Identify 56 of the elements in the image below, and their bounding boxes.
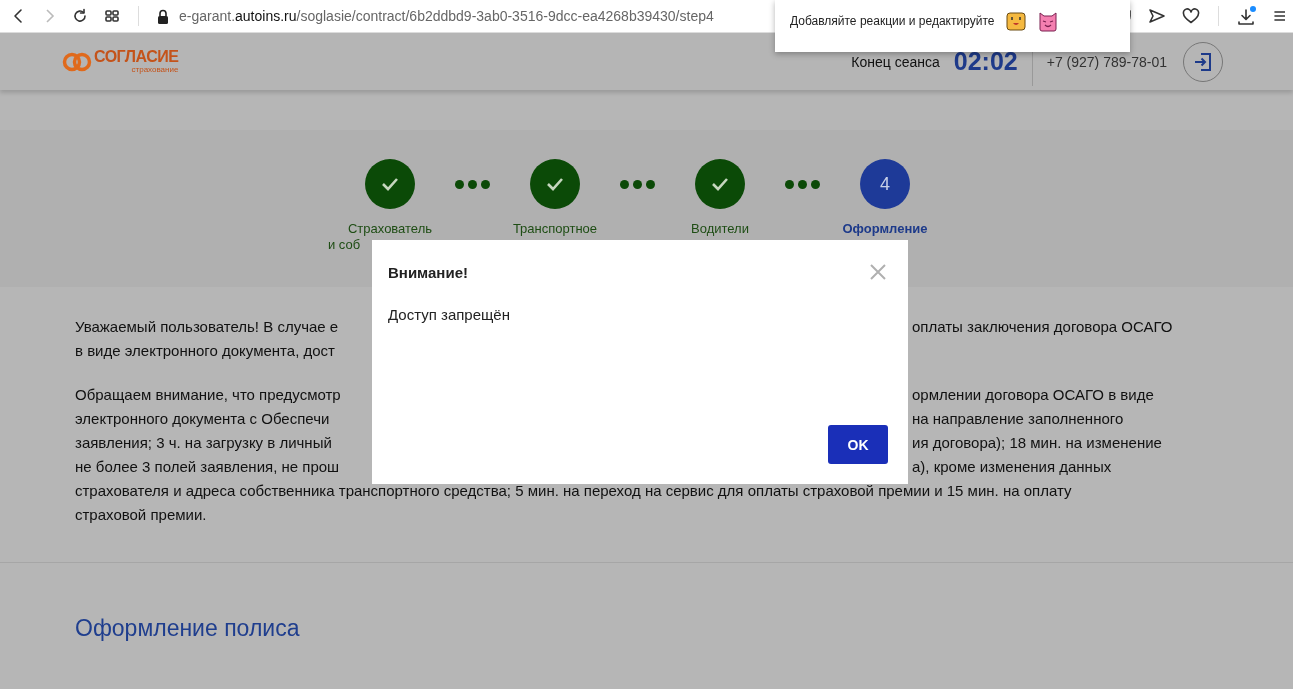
logo-text: СОГЛАСИЕ bbox=[94, 49, 179, 65]
lock-icon bbox=[157, 8, 169, 24]
connector-dot bbox=[633, 179, 642, 189]
popup-text: Добавляйте реакции и редактируйте bbox=[790, 14, 995, 28]
phone-number: +7 (927) 789-78-01 bbox=[1046, 53, 1167, 70]
notice-text: не более 3 полей заявления, не прош bbox=[75, 457, 341, 477]
check-icon bbox=[711, 177, 729, 191]
cat-sticker-icon[interactable] bbox=[1038, 10, 1059, 32]
connector-dot bbox=[620, 179, 629, 189]
download-icon[interactable] bbox=[1237, 6, 1257, 26]
notice-text: а), кроме изменения данных bbox=[912, 457, 1112, 477]
dialog-message: Доступ запрещён bbox=[388, 306, 511, 323]
logo-subtitle: страхование bbox=[131, 65, 179, 74]
connector-dot bbox=[455, 179, 464, 189]
grid-icon[interactable] bbox=[104, 8, 120, 24]
notice-text: ормлении договора ОСАГО в виде bbox=[912, 385, 1154, 405]
step-current-circle[interactable]: 4 bbox=[860, 159, 910, 209]
section-title: Оформление полиса bbox=[75, 615, 301, 642]
step-done-circle[interactable] bbox=[530, 159, 580, 209]
exit-icon bbox=[1193, 51, 1213, 72]
notice-text: ия договора); 18 мин. на изменение bbox=[912, 433, 1162, 453]
step-done-circle[interactable] bbox=[365, 159, 415, 209]
ok-button[interactable]: OK bbox=[828, 425, 888, 464]
step-done-circle[interactable] bbox=[695, 159, 745, 209]
notice-text: страховой премии. bbox=[75, 505, 207, 525]
step-label: Оформление bbox=[842, 221, 928, 237]
notice-text: на направление заполненного bbox=[912, 409, 1124, 429]
step-label: Страхователь bbox=[347, 221, 433, 237]
connector-dot bbox=[811, 179, 820, 189]
check-icon bbox=[546, 177, 564, 191]
connector-dot bbox=[646, 179, 655, 189]
smiley-sticker-icon[interactable] bbox=[1006, 11, 1027, 31]
step-label: Водители bbox=[691, 221, 749, 237]
step-label: и соб bbox=[328, 237, 361, 253]
logo-rings-icon bbox=[62, 50, 92, 73]
connector-dot bbox=[798, 179, 807, 189]
session-timer: 02:02 bbox=[953, 47, 1018, 76]
notice-text: оплаты заключения договора ОСАГО bbox=[912, 317, 1173, 337]
notice-text: страхователя и адреса собственника транспортного средства; 5 мин. на переход на сервис для оплаты страховой премии и 15 мин. на оплату bbox=[75, 481, 1072, 501]
notice-text: электронного документа с Обеспечи bbox=[75, 409, 331, 429]
notice-text: заявления; 3 ч. на загрузку в личный bbox=[75, 433, 333, 453]
notice-text: Обращаем внимание, что предусмотр bbox=[75, 385, 342, 405]
heart-icon[interactable] bbox=[1182, 8, 1200, 24]
send-icon[interactable] bbox=[1148, 8, 1166, 24]
address-bar[interactable]: e-garant.autoins.ru/soglasie/contract/6b2ddbd9-3ab0-3516-9dcc-ea4268b39430/step4 bbox=[179, 8, 714, 24]
step-label: Транспортное bbox=[512, 221, 598, 237]
notice-text: в виде электронного документа, дост bbox=[75, 341, 336, 361]
notice-text: Уважаемый пользователь! В случае е bbox=[75, 317, 340, 337]
reload-icon[interactable] bbox=[72, 8, 88, 24]
connector-dot bbox=[468, 179, 477, 189]
session-label: Конец сеанса bbox=[851, 53, 940, 70]
connector-dot bbox=[785, 179, 794, 189]
dialog-title: Внимание! bbox=[388, 263, 468, 281]
close-icon bbox=[870, 264, 886, 280]
connector-dot bbox=[481, 179, 490, 189]
check-icon bbox=[381, 177, 399, 191]
